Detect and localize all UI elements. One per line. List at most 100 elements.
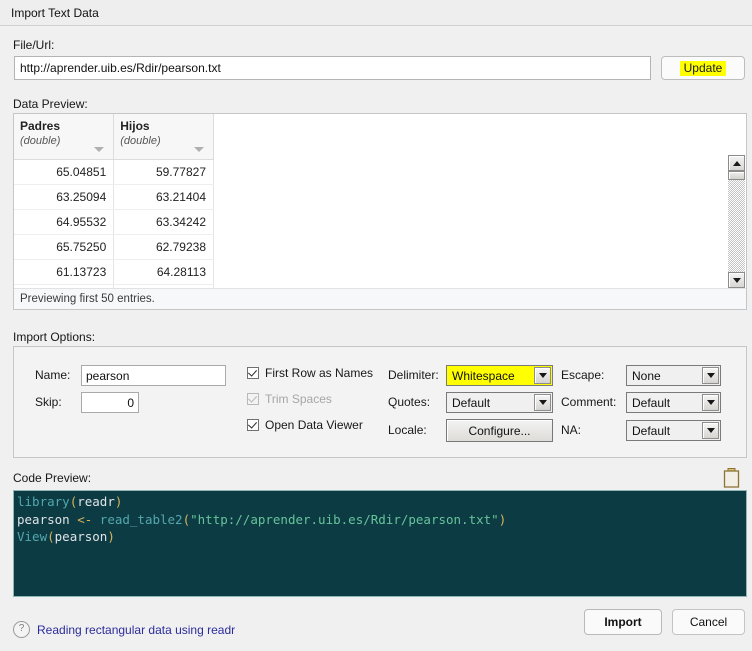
delimiter-select[interactable]: Whitespace <box>446 365 553 386</box>
quotes-label: Quotes: <box>388 395 431 409</box>
code-token-paren: ) <box>498 511 507 527</box>
window-titlebar: Import Text Data <box>0 0 752 26</box>
code-preview-label: Code Preview: <box>13 471 92 485</box>
caret-down-icon <box>732 277 741 283</box>
table-cell: 63.21404 <box>113 184 214 210</box>
skip-input[interactable] <box>81 392 139 413</box>
code-token-paren: ) <box>114 494 123 509</box>
table-row: 63.25094 63.21404 <box>14 184 214 210</box>
code-token-identifier: pearson <box>17 511 78 527</box>
code-token-identifier: pearson <box>54 529 108 544</box>
chevron-down-icon[interactable] <box>702 367 719 384</box>
na-value: Default <box>632 423 671 438</box>
code-token-paren: ) <box>107 529 115 544</box>
scroll-up-button[interactable] <box>728 155 745 171</box>
chevron-down-icon[interactable] <box>534 367 551 384</box>
checkbox-first-row-as-names[interactable]: First Row as Names <box>247 366 373 380</box>
code-line-1: library(readr) <box>17 493 746 511</box>
window-title: Import Text Data <box>11 5 99 20</box>
column-header-hijos[interactable]: Hijos (double) <box>113 114 214 160</box>
column-header-type: (double) <box>120 135 161 147</box>
table-row: 65.04851 59.77827 <box>14 159 214 185</box>
na-select[interactable]: Default <box>626 420 721 441</box>
table-row: 64.95532 63.34242 <box>14 209 214 235</box>
table-cell: 65.04851 <box>14 159 115 185</box>
import-options-label: Import Options: <box>13 330 96 344</box>
data-preview-panel: Padres (double) Hijos (double) 65.04851 … <box>13 113 747 310</box>
checkbox-open-data-viewer[interactable]: Open Data Viewer <box>247 418 363 432</box>
question-circle-icon: ? <box>13 621 30 638</box>
file-url-input[interactable] <box>14 56 651 80</box>
column-header-name: Padres <box>20 119 61 133</box>
cancel-button[interactable]: Cancel <box>672 609 745 635</box>
caret-up-icon <box>732 160 741 166</box>
data-preview-scrollbar[interactable] <box>728 155 745 288</box>
chevron-down-icon[interactable] <box>94 147 105 152</box>
update-button[interactable]: Update <box>661 56 745 80</box>
quotes-value: Default <box>452 395 491 410</box>
escape-label: Escape: <box>561 368 605 382</box>
checkbox-label: First Row as Names <box>265 366 374 380</box>
scrollbar-thumb[interactable] <box>728 171 745 180</box>
table-cell: 61.13723 <box>14 259 115 285</box>
checkbox-label: Open Data Viewer <box>265 418 363 432</box>
help-link[interactable]: ? Reading rectangular data using readr <box>13 621 235 638</box>
escape-value: None <box>632 368 661 383</box>
table-row: 61.13723 64.28113 <box>14 259 214 285</box>
preview-footer-text: Previewing first 50 entries. <box>20 293 155 305</box>
update-button-label: Update <box>679 60 727 76</box>
file-url-label: File/Url: <box>13 38 55 52</box>
name-label: Name: <box>35 368 71 382</box>
table-row: 65.75250 62.79238 <box>14 234 214 260</box>
code-preview-panel[interactable]: library(readr) pearson <- read_table2("h… <box>13 490 747 597</box>
table-cell: 63.34242 <box>113 209 214 235</box>
code-token-function: read_table2 <box>99 511 183 527</box>
chevron-down-icon[interactable] <box>194 147 204 152</box>
table-cell: 63.25094 <box>14 184 115 210</box>
comment-select[interactable]: Default <box>626 392 721 413</box>
code-line-3: View(pearson) <box>17 528 746 546</box>
import-options-panel: Name: Skip: First Row as Names Trim Spac… <box>13 346 747 458</box>
delimiter-label: Delimiter: <box>388 368 439 382</box>
help-link-label: Reading rectangular data using readr <box>37 622 236 637</box>
checkbox-trim-spaces: Trim Spaces <box>247 392 332 406</box>
locale-configure-button[interactable]: Configure... <box>446 419 553 442</box>
comment-label: Comment: <box>561 395 617 409</box>
import-button[interactable]: Import <box>584 609 662 635</box>
code-token-function: View <box>17 529 48 544</box>
code-token-identifier: readr <box>77 494 115 509</box>
checkmark-icon <box>247 419 259 431</box>
import-button-label: Import <box>604 615 642 629</box>
checkmark-icon <box>247 367 259 379</box>
delimiter-value: Whitespace <box>452 368 515 383</box>
table-header-row: Padres (double) Hijos (double) <box>14 114 214 160</box>
scroll-down-button[interactable] <box>728 272 745 288</box>
chevron-down-icon[interactable] <box>702 394 719 411</box>
table-cell: 62.79238 <box>113 234 214 260</box>
code-token-function: library <box>17 494 70 509</box>
skip-label: Skip: <box>35 395 62 409</box>
clipboard-icon[interactable] <box>723 468 740 488</box>
data-preview-footer: Previewing first 50 entries. <box>14 288 746 309</box>
name-input[interactable] <box>81 365 226 386</box>
column-header-name: Hijos <box>120 119 150 133</box>
scrollbar-track[interactable] <box>728 171 745 272</box>
escape-select[interactable]: None <box>626 365 721 386</box>
locale-label: Locale: <box>388 423 427 437</box>
code-token-paren: ( <box>182 511 191 527</box>
locale-configure-label: Configure... <box>468 423 531 438</box>
data-preview-grid[interactable]: Padres (double) Hijos (double) 65.04851 … <box>14 114 746 289</box>
column-header-type: (double) <box>20 135 61 147</box>
checkmark-icon <box>247 393 259 405</box>
chevron-down-icon[interactable] <box>534 394 551 411</box>
na-label: NA: <box>561 423 582 437</box>
cancel-button-label: Cancel <box>689 615 728 629</box>
column-header-padres[interactable]: Padres (double) <box>14 114 115 160</box>
code-token-operator: <- <box>77 511 100 527</box>
chevron-down-icon[interactable] <box>702 422 719 439</box>
data-preview-label: Data Preview: <box>13 97 88 111</box>
comment-value: Default <box>632 395 671 410</box>
quotes-select[interactable]: Default <box>446 392 553 413</box>
table-cell: 64.95532 <box>14 209 115 235</box>
table-cell: 64.28113 <box>113 259 214 285</box>
